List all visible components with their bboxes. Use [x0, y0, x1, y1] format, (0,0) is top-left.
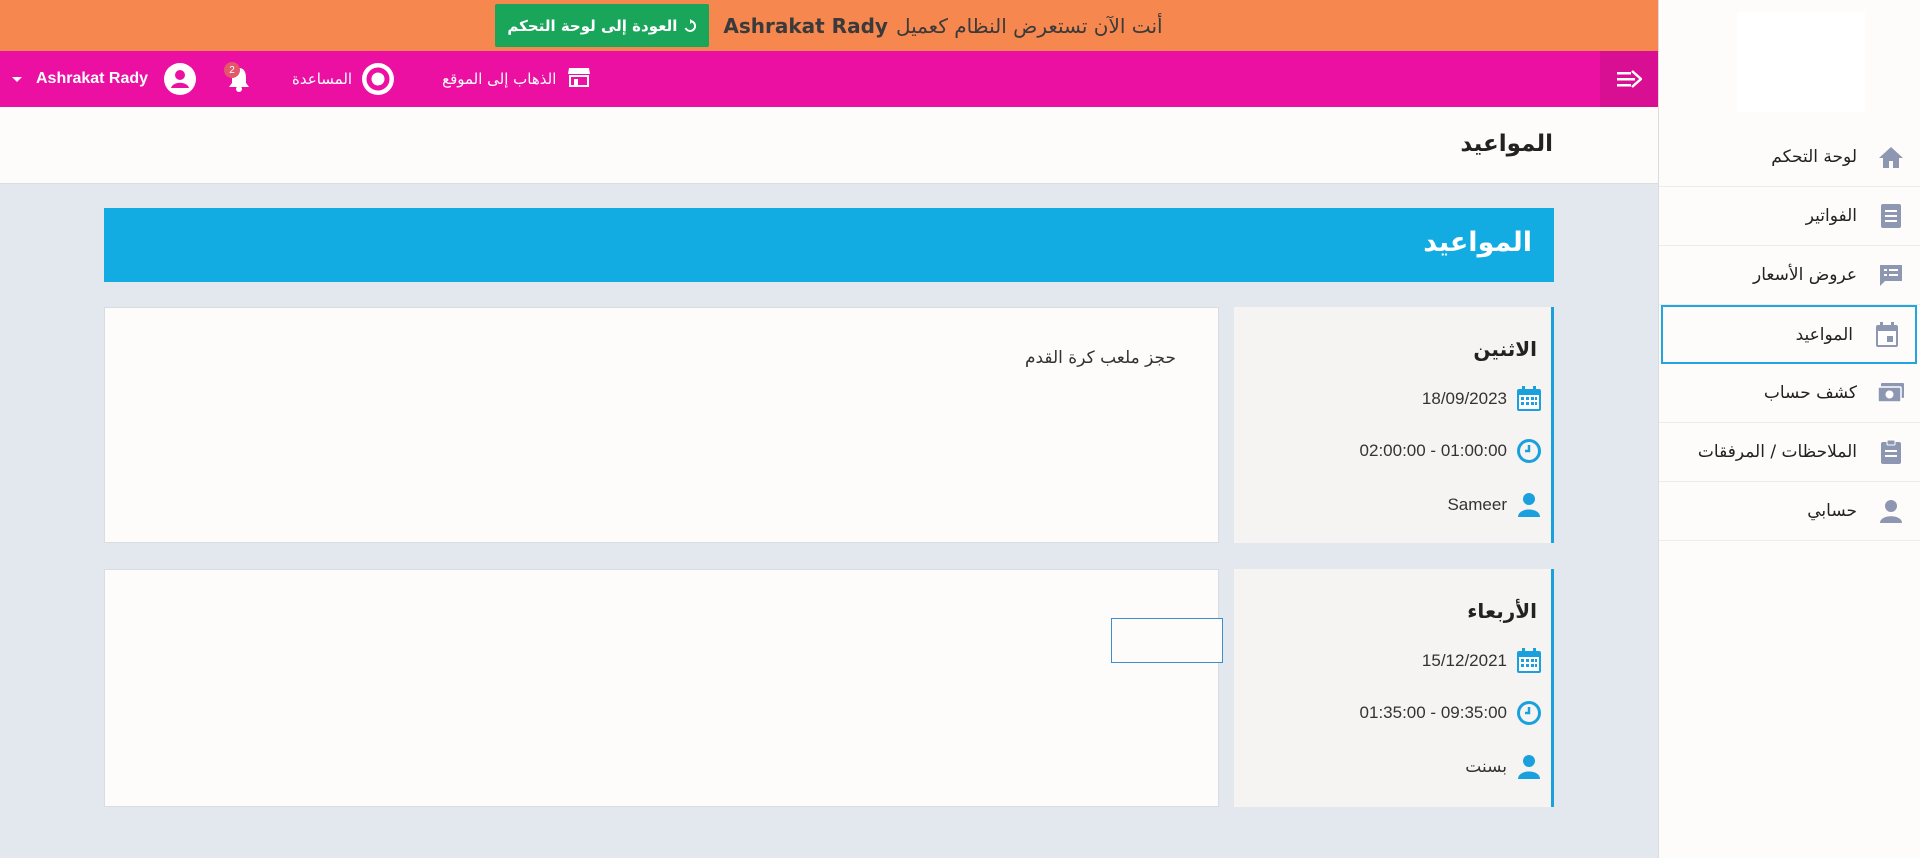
- user-icon: [1515, 753, 1543, 781]
- invoice-icon: [1877, 202, 1905, 230]
- navbar-actions: Ashrakat Rady 2 المساعدة الذهاب إلى المو…: [12, 51, 591, 107]
- sidebar-item-label: عروض الأسعار: [1753, 265, 1857, 285]
- sidebar-item-label: الملاحظات / المرفقات: [1697, 442, 1857, 462]
- appointment-time-row: 01:35:00 - 09:35:00: [1360, 699, 1543, 727]
- store-icon: [568, 67, 591, 91]
- page-header: المواعيد: [0, 107, 1658, 184]
- banner-text: أنت الآن تستعرض النظام كعميل Ashrakat Ra…: [495, 4, 1163, 47]
- appointment-day: الاثنين: [1473, 337, 1537, 361]
- appointment-date: 18/09/2023: [1421, 389, 1507, 408]
- quote-icon: [1877, 261, 1905, 289]
- appointment-date-row: 15/12/2021: [1422, 647, 1543, 675]
- caret-down-icon: [12, 76, 22, 82]
- top-navbar: Ashrakat Rady 2 المساعدة الذهاب إلى المو…: [0, 51, 1658, 107]
- user-icon: [1877, 497, 1905, 525]
- arrow-right-bars-icon: [1617, 70, 1642, 88]
- clipboard-icon: [1877, 438, 1905, 466]
- sidebar: لوحة التحكم الفواتير عروض الأسعار المواع…: [1658, 0, 1920, 858]
- sidebar-item-label: الفواتير: [1805, 206, 1857, 226]
- sidebar-item-label: حسابي: [1807, 501, 1857, 521]
- user-menu[interactable]: Ashrakat Rady: [12, 51, 197, 107]
- appointment-person-row: Sameer: [1447, 491, 1543, 519]
- page-title: المواعيد: [1460, 131, 1553, 157]
- sidebar-item-account[interactable]: حسابي: [1659, 482, 1920, 541]
- appointment-summary: الاثنين 18/09/2023 02:00:00 - 01:00:00 S…: [1234, 307, 1554, 543]
- back-to-dashboard-label: العودة إلى لوحة التحكم: [507, 16, 678, 35]
- appointment-time: 02:00:00 - 01:00:00: [1359, 441, 1507, 460]
- appointment-description: حجز ملعب كرة القدم: [1024, 348, 1176, 368]
- go-to-site-link[interactable]: الذهاب إلى الموقع: [442, 51, 591, 107]
- refresh-icon: [684, 18, 697, 32]
- sidebar-item-dashboard[interactable]: لوحة التحكم: [1659, 128, 1920, 187]
- notification-count-badge: 2: [224, 62, 241, 78]
- appointment-card: الأربعاء 15/12/2021 01:35:00 - 09:35:00 …: [104, 569, 1554, 807]
- focused-element-outline[interactable]: [1111, 618, 1223, 663]
- money-icon: [1877, 379, 1905, 407]
- clock-icon: [1515, 699, 1543, 727]
- appointment-details: حجز ملعب كرة القدم: [104, 307, 1219, 543]
- section-title: المواعيد: [1423, 227, 1532, 258]
- banner-prefix: أنت الآن تستعرض النظام كعميل: [895, 13, 1163, 38]
- go-to-site-label: الذهاب إلى الموقع: [442, 70, 557, 88]
- user-name: Ashrakat Rady: [36, 70, 149, 87]
- sidebar-item-label: لوحة التحكم: [1771, 147, 1857, 167]
- calendar-icon: [1873, 321, 1901, 349]
- appointment-person-row: بسنت: [1465, 753, 1543, 781]
- logo: [1737, 12, 1865, 112]
- calendar-icon: [1515, 647, 1543, 675]
- section-title-bar: المواعيد: [104, 208, 1554, 282]
- sidebar-item-invoices[interactable]: الفواتير: [1659, 187, 1920, 246]
- back-to-dashboard-button[interactable]: العودة إلى لوحة التحكم: [495, 4, 710, 47]
- clock-icon: [1515, 437, 1543, 465]
- appointment-card: حجز ملعب كرة القدم الاثنين 18/09/2023 02…: [104, 307, 1554, 543]
- sidebar-item-label: المواعيد: [1795, 324, 1853, 345]
- sidebar-item-statement[interactable]: كشف حساب: [1659, 364, 1920, 423]
- sidebar-item-notes[interactable]: الملاحظات / المرفقات: [1659, 423, 1920, 482]
- appointment-person: Sameer: [1447, 495, 1507, 514]
- banner-client-name: Ashrakat Rady: [723, 13, 888, 38]
- appointment-person: بسنت: [1465, 757, 1507, 777]
- appointment-date: 15/12/2021: [1421, 651, 1507, 670]
- appointment-details: [104, 569, 1219, 807]
- lifebuoy-icon: [362, 63, 395, 95]
- help-link[interactable]: المساعدة: [292, 51, 395, 107]
- user-icon: [1515, 491, 1543, 519]
- sidebar-toggle-button[interactable]: [1600, 51, 1658, 107]
- appointment-date-row: 18/09/2023: [1422, 385, 1543, 413]
- impersonation-banner: أنت الآن تستعرض النظام كعميل Ashrakat Ra…: [0, 0, 1658, 51]
- appointment-time: 01:35:00 - 09:35:00: [1359, 703, 1507, 722]
- appointment-summary: الأربعاء 15/12/2021 01:35:00 - 09:35:00 …: [1234, 569, 1554, 807]
- notifications-button[interactable]: 2: [224, 62, 254, 94]
- appointment-day: الأربعاء: [1467, 599, 1537, 623]
- appointment-time-row: 02:00:00 - 01:00:00: [1360, 437, 1543, 465]
- sidebar-menu: لوحة التحكم الفواتير عروض الأسعار المواع…: [1659, 128, 1920, 541]
- user-avatar-icon: [164, 63, 197, 95]
- calendar-icon: [1515, 385, 1543, 413]
- sidebar-item-label: كشف حساب: [1763, 383, 1857, 403]
- sidebar-item-quotes[interactable]: عروض الأسعار: [1659, 246, 1920, 305]
- sidebar-item-appointments[interactable]: المواعيد: [1661, 305, 1917, 364]
- home-icon: [1877, 143, 1905, 171]
- help-label: المساعدة: [292, 70, 353, 88]
